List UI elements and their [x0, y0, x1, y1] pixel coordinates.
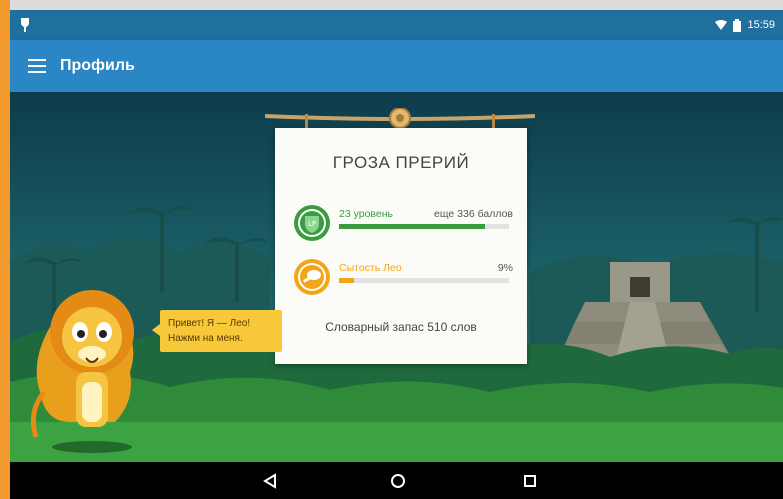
level-remaining: еще 336 баллов — [434, 208, 513, 220]
level-progress-bar — [339, 224, 509, 229]
device-frame: 15:59 Профиль ГРОЗА ПРЕРИЙ LP 23 уровень… — [0, 0, 783, 499]
food-bone-icon — [294, 259, 330, 295]
satiety-value: 9% — [497, 262, 513, 274]
wifi-icon — [715, 20, 728, 30]
speech-line-1: Привет! Я — Лео! — [168, 318, 251, 329]
satiety-progress-fill — [339, 278, 355, 283]
device-bezel-left — [0, 0, 10, 499]
notification-icon — [21, 18, 29, 32]
screen: 15:59 Профиль ГРОЗА ПРЕРИЙ LP 23 уровень… — [10, 10, 783, 499]
speech-line-2: Нажми на меня. — [168, 333, 243, 344]
level-label: 23 уровень — [339, 208, 393, 220]
level-badge-text: LP — [308, 220, 316, 228]
vocabulary-count: Словарный запас 510 слов — [325, 320, 477, 334]
status-bar: 15:59 — [10, 10, 783, 40]
navigation-bar — [10, 462, 783, 499]
satiety-label: Сытость Лео — [339, 262, 402, 274]
status-time: 15:59 — [747, 19, 775, 31]
recents-square-icon[interactable] — [520, 471, 540, 491]
mascot-speech-bubble[interactable]: Привет! Я — Лео! Нажми на меня. — [152, 310, 282, 352]
app-bar: Профиль — [10, 40, 783, 92]
status-bar-right: 15:59 — [715, 17, 775, 33]
profile-card: ГРОЗА ПРЕРИЙ LP 23 уровень еще 336 балло… — [275, 128, 527, 364]
level-row: LP 23 уровень еще 336 баллов — [293, 204, 513, 244]
level-progress-fill — [339, 224, 486, 229]
device-bezel-top — [10, 0, 783, 10]
battery-icon — [733, 18, 742, 32]
profile-title: ГРОЗА ПРЕРИЙ — [332, 153, 470, 172]
hamburger-menu-icon[interactable] — [28, 58, 46, 74]
satiety-row: Сытость Лео 9% — [293, 258, 513, 298]
satiety-progress-bar — [339, 278, 509, 283]
level-shield-icon: LP — [294, 205, 330, 241]
app-bar-title: Профиль — [60, 57, 135, 74]
home-circle-icon[interactable] — [388, 471, 408, 491]
back-triangle-icon[interactable] — [260, 471, 280, 491]
